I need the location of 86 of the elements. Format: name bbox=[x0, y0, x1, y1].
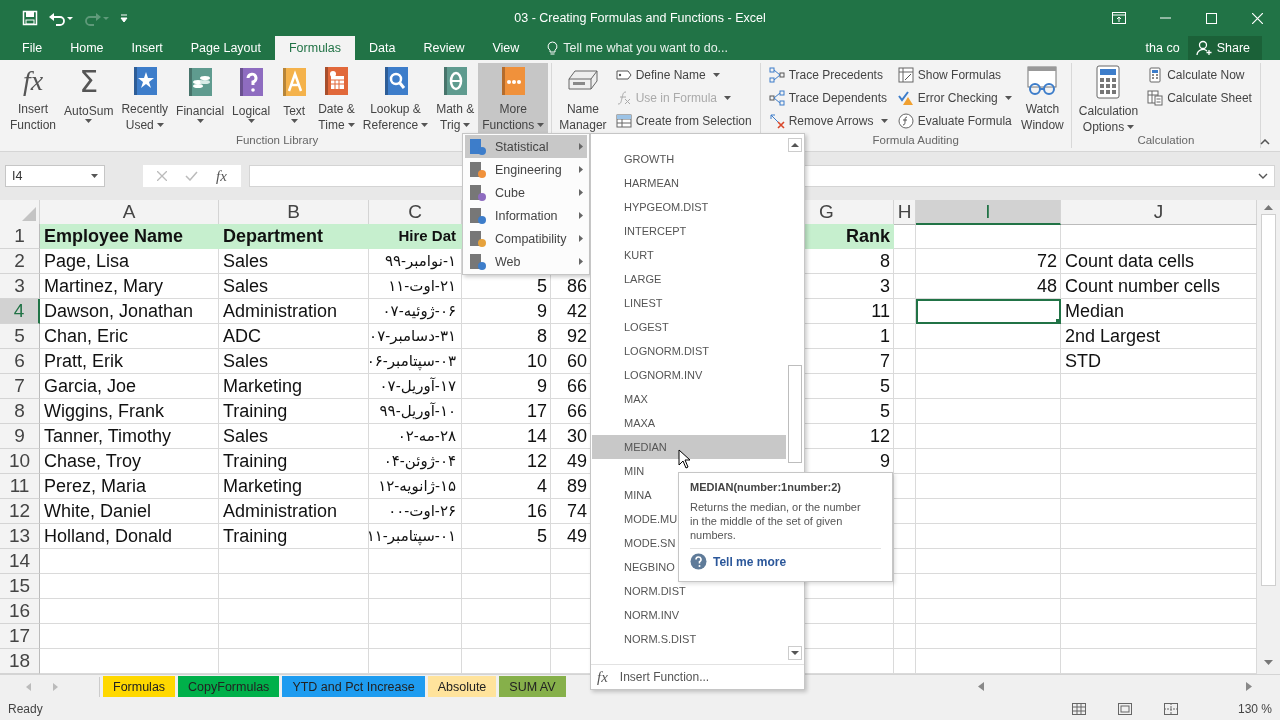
group-label: Formula Auditing bbox=[872, 133, 959, 148]
table-cell-text: Chan, Eric bbox=[43, 325, 130, 348]
table-cell: Hire Dat bbox=[369, 224, 462, 249]
table-cell-text: Administration bbox=[222, 500, 339, 523]
table-cell-text: STD bbox=[1064, 350, 1102, 373]
table-cell-text: ۳۱-دسامبر-۰۷ bbox=[369, 326, 457, 347]
function-symbol-icon: Σ bbox=[79, 66, 99, 98]
table-cell-text: ۲۱-اوت-۱۱ bbox=[387, 276, 457, 297]
table-cell-text: Sales bbox=[222, 350, 270, 373]
table-cell-text: Training bbox=[222, 400, 289, 423]
table-cell-text: White, Daniel bbox=[43, 500, 153, 523]
table-cell-text: ۰۴-ژوئن-۰۴ bbox=[382, 451, 457, 472]
table-cell-text: ADC bbox=[222, 325, 262, 348]
table-cell-text: 42 bbox=[565, 300, 588, 323]
table-cell-text: 9 bbox=[536, 375, 548, 398]
function-symbol-icon: fx bbox=[22, 65, 44, 97]
table-cell-text: Sales bbox=[222, 425, 270, 448]
table-cell-text: Administration bbox=[222, 300, 339, 323]
table-cell-text: 9 bbox=[536, 300, 548, 323]
table-cell-text: Tanner, Timothy bbox=[43, 425, 173, 448]
table-cell-text: 92 bbox=[565, 325, 588, 348]
table-cell-text: Wiggins, Frank bbox=[43, 400, 166, 423]
table-cell-text: Garcia, Joe bbox=[43, 375, 138, 398]
table-cell-text: 11 bbox=[870, 300, 891, 323]
table-cell-text: Sales bbox=[222, 275, 270, 298]
table-cell-text: 7 bbox=[879, 350, 891, 373]
table-cell-text: ۰۶-ژوئیه-۰۷ bbox=[381, 301, 457, 322]
table-cell-text: 5 bbox=[879, 375, 891, 398]
table-cell-text: 16 bbox=[525, 500, 548, 523]
table-cell-text: 5 bbox=[879, 400, 891, 423]
table-cell-text: 3 bbox=[879, 275, 891, 298]
tooltip-title: MEDIAN(number:1number:2) bbox=[690, 480, 842, 494]
table-cell-text: Holland, Donald bbox=[43, 525, 174, 548]
table-cell-text: 17 bbox=[525, 400, 548, 423]
table-cell: Department bbox=[219, 224, 369, 249]
table-cell-text: 1 bbox=[879, 325, 891, 348]
table-cell-text: Martinez, Mary bbox=[43, 275, 165, 298]
table-cell-text: 30 bbox=[565, 425, 588, 448]
table-cell-text: 60 bbox=[565, 350, 588, 373]
table-cell-text: ۰۳-سپتامبر-۰۶ bbox=[369, 351, 457, 372]
table-cell-text: Perez, Maria bbox=[43, 475, 148, 498]
table-cell-text: Count data cells bbox=[1064, 250, 1196, 273]
group-label: Calculation bbox=[1137, 133, 1195, 148]
table-cell-text: Page, Lisa bbox=[43, 250, 131, 273]
status-text: Ready bbox=[8, 702, 43, 716]
table-cell-text: Count number cells bbox=[1064, 275, 1222, 298]
table-cell-text: 72 bbox=[1035, 250, 1058, 273]
table-cell-text: 8 bbox=[536, 325, 548, 348]
tooltip-text: Returns the median, or the number in the middle of the set of given numbers. bbox=[690, 500, 862, 542]
table-cell-text: ۰۱-سپتامبر-۱۱ bbox=[369, 526, 457, 547]
table-cell-text: 48 bbox=[1035, 275, 1058, 298]
table-cell-text: Chase, Troy bbox=[43, 450, 143, 473]
table-cell-text: Marketing bbox=[222, 475, 304, 498]
table-cell-text: 5 bbox=[536, 525, 548, 548]
table-cell-text: 12 bbox=[868, 425, 891, 448]
table-cell-text: Median bbox=[1064, 300, 1126, 323]
table-cell-text: 89 bbox=[565, 475, 588, 498]
table-cell-text: 66 bbox=[565, 400, 588, 423]
table-cell-text: 2nd Largest bbox=[1064, 325, 1162, 348]
table-cell-text: Sales bbox=[222, 250, 270, 273]
table-cell-text: 49 bbox=[565, 525, 588, 548]
table-cell-text: 4 bbox=[536, 475, 548, 498]
table-cell-text: ۱۰-آوریل-۹۹ bbox=[378, 401, 457, 422]
table-cell-text: 14 bbox=[525, 425, 548, 448]
window-title: 03 - Creating Formulas and Functions - Excel bbox=[513, 11, 767, 25]
table-cell-text: 86 bbox=[565, 275, 588, 298]
table-cell-text: ۲۶-اوت-۰۰ bbox=[387, 501, 457, 522]
table-cell-text: 9 bbox=[879, 450, 891, 473]
table-cell-text: 5 bbox=[536, 275, 548, 298]
table-cell-text: ۱۷-آوریل-۰۷ bbox=[378, 376, 457, 397]
table-cell-text: Training bbox=[222, 525, 289, 548]
table-cell: Employee Name bbox=[40, 224, 219, 249]
table-cell-text: 74 bbox=[565, 500, 588, 523]
group-label: Function Library bbox=[235, 133, 319, 148]
table-cell-text: 12 bbox=[525, 450, 548, 473]
table-cell-text: Dawson, Jonathan bbox=[43, 300, 195, 323]
table-cell-text: 8 bbox=[879, 250, 891, 273]
table-cell-text: Training bbox=[222, 450, 289, 473]
table-cell-text: 10 bbox=[525, 350, 548, 373]
table-cell-text: ۱۵-ژانویه-۱۲ bbox=[377, 476, 457, 497]
table-cell-text: 49 bbox=[565, 450, 588, 473]
table-cell-text: Marketing bbox=[222, 375, 304, 398]
table-cell-text: ۲۸-مه-۰۲ bbox=[396, 426, 457, 446]
table-cell-text: 66 bbox=[565, 375, 588, 398]
table-cell-text: ۱-نوامبر-۹۹ bbox=[383, 251, 457, 272]
table-cell-text: Pratt, Erik bbox=[43, 350, 124, 373]
